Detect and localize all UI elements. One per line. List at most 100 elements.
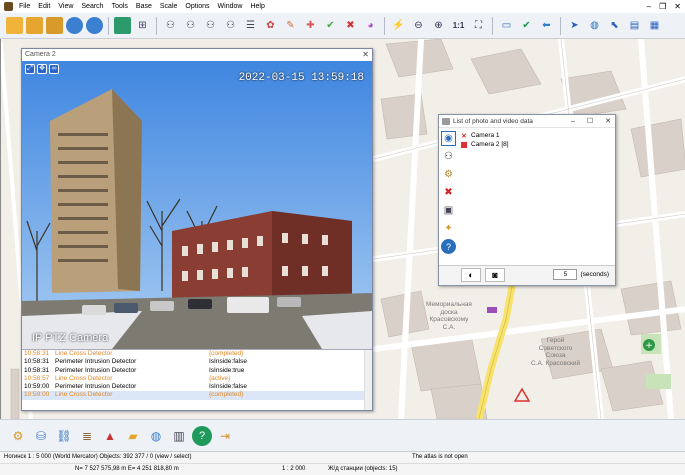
zoom-extent-icon[interactable]: ⛶ (470, 17, 487, 34)
globe-sync-icon[interactable]: ◍ (146, 426, 166, 446)
table-icon[interactable]: ▦ (646, 17, 663, 34)
network-icon[interactable]: ⛓ (54, 426, 74, 446)
binoculars-icon[interactable]: ⚇ (162, 17, 179, 34)
delete-object-icon[interactable]: ✖ (342, 17, 359, 34)
video-camera-tab-icon[interactable]: ◐ (461, 268, 481, 282)
help-icon[interactable]: ? (441, 239, 456, 254)
menu-file[interactable]: File (15, 3, 34, 10)
cursor-icon[interactable]: ➤ (566, 17, 583, 34)
log-row[interactable]: 10:58:31 Perimeter Intrusion Detector Is… (22, 367, 372, 375)
globe-nav-icon[interactable]: ◍ (586, 17, 603, 34)
check-icon[interactable]: ✔ (518, 17, 535, 34)
camera-active-icon (461, 141, 467, 148)
edit-objects-icon[interactable]: ✎ (282, 17, 299, 34)
menu-scale[interactable]: Scale (156, 3, 182, 10)
log-time: 10:59:00 (24, 391, 50, 399)
lightning-icon[interactable]: ⚡ (390, 17, 407, 34)
camera-view-icon[interactable]: ◉ (441, 131, 456, 146)
menu-view[interactable]: View (54, 3, 77, 10)
pv-close-button[interactable]: ✕ (605, 115, 611, 128)
log-state: IsInside:false (209, 358, 247, 366)
settings-icon[interactable]: ✦ (441, 221, 456, 236)
help-circle-icon[interactable]: ? (192, 425, 212, 446)
folder-export-icon[interactable]: ▰ (123, 426, 143, 446)
log-event: Perimeter Intrusion Detector (55, 383, 137, 391)
list-item-camera-1[interactable]: ✕ Camera 1 (461, 131, 613, 140)
zoom-in-icon[interactable]: ⊕ (430, 17, 447, 34)
interval-seconds-input[interactable]: 5 (553, 269, 578, 280)
save-map-icon[interactable] (46, 17, 63, 34)
menu-base[interactable]: Base (132, 3, 156, 10)
globe-icon[interactable] (66, 17, 83, 34)
object-info-icon[interactable]: ▤ (626, 17, 643, 34)
tools-icon[interactable]: ⚙ (441, 167, 456, 182)
list-item-label: Camera 1 (471, 132, 500, 139)
photo-camera-tab-icon[interactable]: ◙ (485, 268, 505, 282)
delete-icon[interactable]: ✖ (441, 185, 456, 200)
stacked-layers-icon[interactable]: ≣ (77, 426, 97, 446)
add-object-icon[interactable]: ✚ (302, 17, 319, 34)
camera-window-close-button[interactable]: ✕ (362, 49, 369, 61)
map-label-line: Союза (545, 352, 566, 359)
tree-icon[interactable]: ⊞ (134, 17, 151, 34)
log-state: {active} (209, 374, 231, 382)
interval-control: 5 (seconds) (553, 269, 609, 280)
binoculars-icon[interactable]: ⚇ (441, 149, 456, 164)
log-row[interactable]: 10:58:31 Line Cross Detector {completed} (22, 350, 372, 358)
photo-video-footer: ◐ ◙ 5 (seconds) (439, 265, 615, 285)
log-state: IsInside:false (209, 383, 247, 391)
settings-gear-icon[interactable]: ⚙ (8, 426, 28, 446)
camera-overlay-label: IP PTZ Camera (32, 332, 109, 344)
zoom-out-icon[interactable]: ⊖ (410, 17, 427, 34)
binoculars-a-icon[interactable]: ⚇ (182, 17, 199, 34)
ptz-control-icon[interactable]: ✥ (37, 64, 47, 74)
open-database-icon[interactable]: ⛁ (31, 426, 51, 446)
log-row[interactable]: 10:58:57 Line Cross Detector {active} (22, 375, 372, 383)
open-map-icon[interactable] (26, 17, 43, 34)
log-row[interactable]: 10:59:00 Perimeter Intrusion Detector Is… (22, 383, 372, 391)
log-row-selected[interactable]: 10:59:00 Line Cross Detector {completed} (22, 391, 372, 400)
pv-maximize-button[interactable]: ☐ (587, 115, 593, 128)
menu-help[interactable]: Help (246, 3, 268, 10)
minimize-button[interactable]: – (647, 2, 651, 11)
camera-list[interactable]: ✕ Camera 1 Camera 2 [8] (461, 131, 613, 263)
edit-point-icon[interactable]: ✔ (322, 17, 339, 34)
list-item-camera-2[interactable]: Camera 2 [8] (461, 140, 613, 149)
fullscreen-icon[interactable]: ⤢ (25, 64, 35, 74)
window-icon[interactable]: ▭ (498, 17, 515, 34)
menu-options[interactable]: Options (181, 3, 213, 10)
save-icon[interactable]: ▣ (441, 203, 456, 218)
binoculars-more-icon[interactable]: ⚇ (202, 17, 219, 34)
toolbar-separator (492, 16, 493, 35)
log-row[interactable]: 10:58:31 Perimeter Intrusion Detector Is… (22, 358, 372, 366)
open-folder-icon[interactable] (6, 17, 23, 34)
media-tabs: ◐ ◙ (461, 268, 505, 282)
menu-bar: File Edit View Search Tools Base Scale O… (0, 0, 685, 13)
server-icon[interactable]: ▥ (169, 426, 189, 446)
red-layer-icon[interactable]: ▲ (100, 426, 120, 446)
log-scrollbar[interactable] (364, 350, 372, 410)
camera-link-icon[interactable]: ∞ (49, 64, 59, 74)
back-arrow-icon[interactable]: ⬅ (538, 17, 555, 34)
exit-icon[interactable]: ⇥ (215, 426, 235, 446)
layers-icon[interactable] (114, 17, 131, 34)
menu-tools[interactable]: Tools (108, 3, 132, 10)
camera-video-frame[interactable]: ⤢ ✥ ∞ 2022-03-15 13:59:18 IP PTZ Camera (22, 61, 372, 349)
select-objects-icon[interactable]: ✿ (262, 17, 279, 34)
palette-icon[interactable]: ◕ (362, 17, 379, 34)
close-button[interactable]: ✕ (674, 2, 681, 11)
binoculars-search-icon[interactable]: ⚇ (222, 17, 239, 34)
pv-minimize-button[interactable]: – (571, 115, 575, 128)
log-event: Line Cross Detector (55, 374, 113, 382)
event-log-list[interactable]: 10:58:31 Line Cross Detector {completed}… (22, 349, 372, 410)
globe-export-icon[interactable] (86, 17, 103, 34)
pointer-select-icon[interactable]: ⬉ (606, 17, 623, 34)
menu-window[interactable]: Window (214, 3, 247, 10)
photo-video-list-window[interactable]: List of photo and video data – ☐ ✕ ◉ ⚇ ⚙… (438, 114, 616, 286)
list-icon[interactable]: ☰ (242, 17, 259, 34)
zoom-one-to-one-button[interactable]: 1:1 (450, 17, 467, 34)
camera-window[interactable]: Camera 2 ✕ ⤢ ✥ ∞ 2022-03-15 13:59:18 IP … (21, 48, 373, 411)
menu-edit[interactable]: Edit (34, 3, 54, 10)
restore-button[interactable]: ❐ (659, 2, 666, 11)
menu-search[interactable]: Search (77, 3, 107, 10)
